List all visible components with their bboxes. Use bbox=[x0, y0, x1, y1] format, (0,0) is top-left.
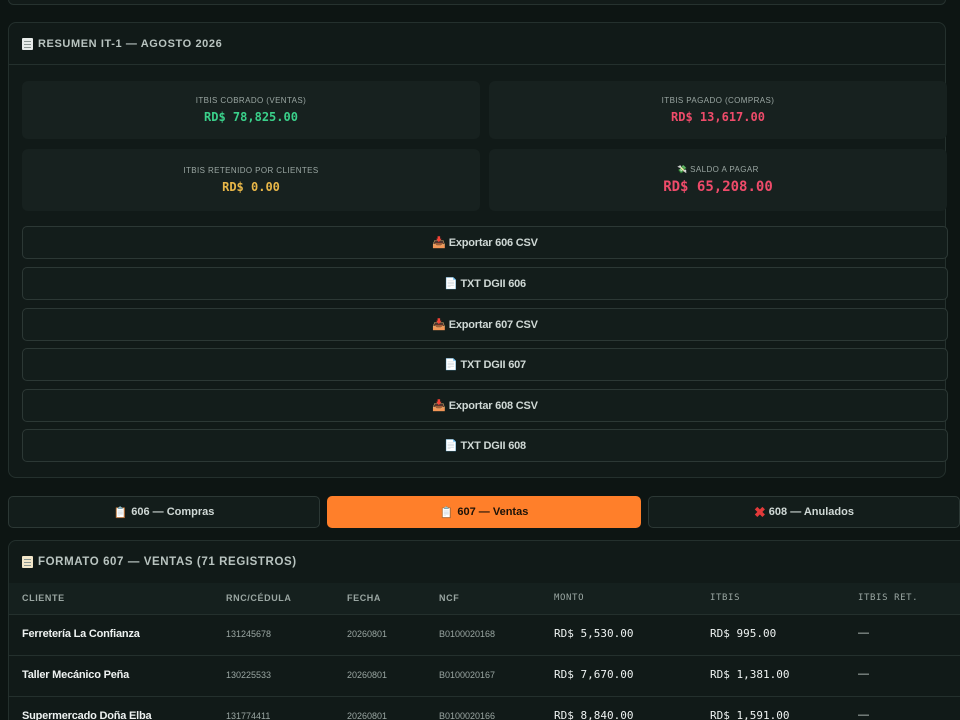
cell-itbis-ret: — bbox=[858, 709, 869, 720]
cell-itbis-ret: — bbox=[858, 627, 869, 639]
column-header-fecha[interactable]: FECHA bbox=[347, 593, 381, 603]
card-label: ITBIS COBRADO (VENTAS) bbox=[195, 96, 307, 105]
card-label: ITBIS PAGADO (COMPRAS) bbox=[661, 96, 775, 105]
txt-dgii-606-button[interactable]: 📄 TXT DGII 606 bbox=[22, 267, 948, 300]
inbox-tray-icon: 📥 bbox=[432, 237, 446, 249]
summary-header: RESUMEN IT-1 — AGOSTO 2026 bbox=[9, 23, 945, 65]
column-header-itbis-ret[interactable]: ITBIS RET. bbox=[858, 593, 918, 603]
table-row[interactable]: Taller Mecánico Peña 130225533 20260801 … bbox=[9, 656, 960, 697]
card-value: RD$ 65,208.00 bbox=[663, 179, 773, 195]
cell-itbis-ret: — bbox=[858, 668, 869, 680]
receipt-icon bbox=[22, 37, 33, 50]
cell-fecha: 20260801 bbox=[347, 629, 388, 639]
cell-fecha: 20260801 bbox=[347, 670, 388, 680]
page-icon: 📄 bbox=[444, 278, 458, 290]
table-row[interactable]: Supermercado Doña Elba 131774411 2026080… bbox=[9, 697, 960, 720]
cell-monto: RD$ 7,670.00 bbox=[554, 668, 634, 681]
tab-606-compras[interactable]: 📋 606 — Compras bbox=[8, 496, 320, 528]
clipboard-icon bbox=[22, 556, 33, 568]
money-with-wings-icon: 💸 bbox=[677, 165, 688, 174]
tab-607-ventas[interactable]: 📋 607 — Ventas bbox=[327, 496, 641, 528]
cell-monto: RD$ 5,530.00 bbox=[554, 627, 634, 640]
button-label: Exportar 608 CSV bbox=[448, 399, 538, 412]
clipboard-icon: 📋 bbox=[113, 506, 128, 519]
inbox-tray-icon: 📥 bbox=[432, 319, 446, 331]
cell-itbis: RD$ 1,591.00 bbox=[710, 709, 790, 720]
table-header-bar: FORMATO 607 — VENTAS (71 REGISTROS) bbox=[9, 541, 960, 583]
cell-ncf: B0100020166 bbox=[439, 711, 496, 720]
page-icon: 📄 bbox=[444, 440, 458, 452]
itbis-cobrado-card: ITBIS COBRADO (VENTAS) RD$ 78,825.00 bbox=[22, 81, 480, 139]
cell-itbis: RD$ 1,381.00 bbox=[710, 668, 790, 681]
column-header-cliente[interactable]: CLIENTE bbox=[22, 593, 65, 603]
saldo-a-pagar-card: 💸 SALDO A PAGAR RD$ 65,208.00 bbox=[489, 149, 947, 211]
itbis-retenido-card: ITBIS RETENIDO POR CLIENTES RD$ 0.00 bbox=[22, 149, 480, 211]
column-header-rnc[interactable]: RNC/CÉDULA bbox=[226, 593, 292, 603]
summary-panel: RESUMEN IT-1 — AGOSTO 2026 ITBIS COBRADO… bbox=[8, 22, 948, 478]
cell-rnc: 130225533 bbox=[226, 670, 272, 680]
inbox-tray-icon: 📥 bbox=[432, 400, 446, 412]
ventas-table-panel: FORMATO 607 — VENTAS (71 REGISTROS) CLIE… bbox=[8, 540, 960, 720]
export-606-csv-button[interactable]: 📥 Exportar 606 CSV bbox=[22, 226, 948, 259]
table-row[interactable]: Ferretería La Confianza 131245678 202608… bbox=[9, 615, 960, 656]
txt-dgii-608-button[interactable]: 📄 TXT DGII 608 bbox=[22, 429, 948, 462]
button-label: Exportar 607 CSV bbox=[448, 318, 538, 331]
cell-cliente: Ferretería La Confianza bbox=[22, 628, 140, 640]
cell-ncf: B0100020168 bbox=[439, 629, 496, 639]
tab-label: 608 — Anulados bbox=[768, 506, 854, 518]
table-head: CLIENTE RNC/CÉDULA FECHA NCF MONTO ITBIS… bbox=[9, 583, 960, 615]
card-value: RD$ 78,825.00 bbox=[204, 110, 298, 124]
tab-608-anulados[interactable]: ✖ 608 — Anulados bbox=[648, 496, 960, 528]
cell-rnc: 131774411 bbox=[226, 711, 271, 720]
cell-itbis: RD$ 995.00 bbox=[710, 627, 777, 640]
page-icon: 📄 bbox=[444, 359, 458, 371]
cell-cliente: Taller Mecánico Peña bbox=[22, 669, 130, 681]
table-title: FORMATO 607 — VENTAS (71 REGISTROS) bbox=[38, 556, 297, 568]
column-header-itbis[interactable]: ITBIS bbox=[710, 593, 740, 603]
itbis-pagado-card: ITBIS PAGADO (COMPRAS) RD$ 13,617.00 bbox=[489, 81, 947, 139]
tab-label: 607 — Ventas bbox=[457, 506, 529, 518]
button-label: Exportar 606 CSV bbox=[448, 236, 538, 249]
clipboard-icon: 📋 bbox=[439, 506, 454, 519]
card-label: 💸 SALDO A PAGAR bbox=[677, 165, 759, 174]
cell-monto: RD$ 8,840.00 bbox=[554, 709, 634, 720]
tab-label: 606 — Compras bbox=[131, 506, 215, 518]
button-label: TXT DGII 606 bbox=[460, 277, 527, 290]
cell-ncf: B0100020167 bbox=[439, 670, 496, 680]
cell-fecha: 20260801 bbox=[347, 711, 388, 720]
card-label-text: SALDO A PAGAR bbox=[690, 165, 759, 174]
cross-mark-icon: ✖ bbox=[754, 503, 766, 520]
card-label: ITBIS RETENIDO POR CLIENTES bbox=[183, 166, 319, 175]
previous-panel-edge bbox=[8, 0, 946, 5]
button-label: TXT DGII 607 bbox=[460, 358, 527, 371]
summary-title: RESUMEN IT-1 — AGOSTO 2026 bbox=[38, 37, 223, 50]
txt-dgii-607-button[interactable]: 📄 TXT DGII 607 bbox=[22, 348, 948, 381]
cell-rnc: 131245678 bbox=[226, 629, 272, 639]
column-header-ncf[interactable]: NCF bbox=[439, 593, 459, 603]
column-header-monto[interactable]: MONTO bbox=[554, 593, 584, 603]
button-label: TXT DGII 608 bbox=[460, 439, 527, 452]
card-value: RD$ 0.00 bbox=[222, 180, 280, 194]
export-607-csv-button[interactable]: 📥 Exportar 607 CSV bbox=[22, 308, 948, 341]
export-608-csv-button[interactable]: 📥 Exportar 608 CSV bbox=[22, 389, 948, 422]
cell-cliente: Supermercado Doña Elba bbox=[22, 710, 152, 720]
card-value: RD$ 13,617.00 bbox=[671, 110, 765, 124]
